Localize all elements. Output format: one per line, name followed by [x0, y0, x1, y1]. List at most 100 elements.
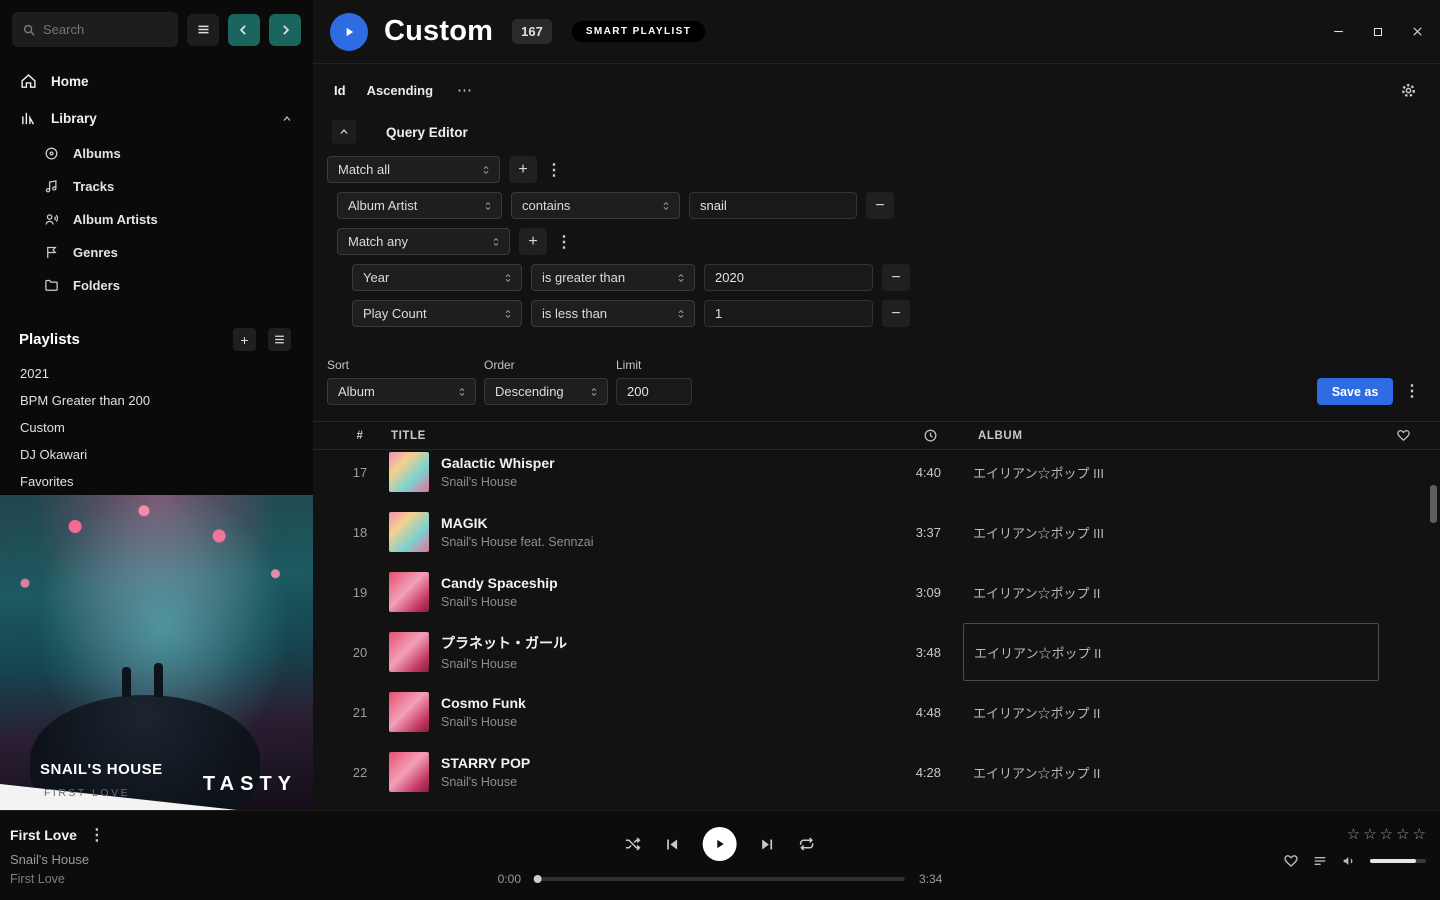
track-thumbnail [389, 752, 429, 792]
rule-operator-select[interactable]: contains [511, 192, 680, 219]
queue-icon[interactable] [1312, 853, 1328, 869]
root-match-select[interactable]: Match all [327, 156, 500, 183]
now-playing-artist[interactable]: Snail's House [10, 852, 103, 867]
limit-input[interactable] [616, 378, 692, 405]
track-duration: 3:48 [873, 645, 941, 660]
sidebar-item-albums[interactable]: Albums [0, 137, 313, 170]
track-row[interactable]: 22 STARRY POP Snail's House 4:28 エイリアン☆ポ… [313, 742, 1440, 802]
add-rule-button[interactable]: + [509, 156, 537, 183]
sort-select[interactable]: Album [327, 378, 476, 405]
sort-field-button[interactable]: Id [334, 83, 346, 98]
album-cell[interactable]: エイリアン☆ポップ III [973, 450, 1379, 501]
star-icon[interactable]: ☆ [1363, 825, 1376, 843]
playlist-item[interactable]: Favorites [0, 468, 313, 495]
rule-value-input[interactable] [704, 300, 873, 327]
remove-rule-button[interactable]: − [882, 264, 910, 291]
rule-menu-icon[interactable]: ⋮ [556, 232, 570, 252]
playlist-item[interactable]: 2021 [0, 360, 313, 387]
playlist-item[interactable]: Custom [0, 414, 313, 441]
sidebar-item-genres[interactable]: Genres [0, 236, 313, 269]
forward-button[interactable] [269, 14, 301, 46]
volume-slider[interactable] [1370, 859, 1426, 863]
rule-field-select[interactable]: Album Artist [337, 192, 502, 219]
select-caret-icon [503, 307, 513, 321]
order-group: Order Descending [484, 358, 608, 405]
sidebar-item-tracks[interactable]: Tracks [0, 170, 313, 203]
album-cell[interactable]: エイリアン☆ポップ II [973, 683, 1379, 741]
sidebar-item-folders[interactable]: Folders [0, 269, 313, 302]
collapse-query-editor-button[interactable] [332, 120, 356, 144]
menu-button[interactable] [187, 14, 219, 46]
previous-button[interactable] [664, 836, 681, 853]
track-row[interactable]: 19 Candy Spaceship Snail's House 3:09 エイ… [313, 562, 1440, 622]
playlist-options-button[interactable] [268, 328, 291, 351]
track-row[interactable]: 17 Galactic Whisper Snail's House 4:40 エ… [313, 450, 1440, 502]
next-button[interactable] [759, 836, 776, 853]
back-button[interactable] [228, 14, 260, 46]
order-select[interactable]: Descending [484, 378, 608, 405]
track-thumbnail [389, 632, 429, 672]
sidebar-item-home[interactable]: Home [0, 63, 313, 100]
track-row[interactable]: 20 プラネット・ガール Snail's House 3:48 エイリアン☆ポッ… [313, 622, 1440, 682]
track-album: エイリアン☆ポップ III [973, 523, 1104, 542]
remove-rule-button[interactable]: − [882, 300, 910, 327]
star-icon[interactable]: ☆ [1347, 825, 1360, 843]
vertical-scrollbar[interactable] [1430, 485, 1437, 523]
chevron-left-icon [237, 23, 251, 37]
star-icon[interactable]: ☆ [1380, 825, 1393, 843]
maximize-button[interactable] [1372, 26, 1384, 38]
column-title[interactable]: TITLE [391, 430, 426, 442]
shuffle-button[interactable] [624, 835, 642, 853]
album-cell[interactable]: エイリアン☆ポップ II [963, 623, 1379, 681]
seek-handle[interactable] [534, 875, 542, 883]
now-playing-album[interactable]: First Love [10, 872, 103, 886]
settings-gear-icon[interactable] [1400, 82, 1417, 99]
add-playlist-button[interactable]: + [233, 328, 256, 351]
more-options-icon[interactable]: ⋯ [457, 81, 473, 99]
save-menu-icon[interactable]: ⋮ [1404, 381, 1418, 401]
album-cell[interactable]: エイリアン☆ポップ III [973, 503, 1379, 561]
rule-operator-select[interactable]: is less than [531, 300, 695, 327]
track-row[interactable]: 21 Cosmo Funk Snail's House 4:48 エイリアン☆ポ… [313, 682, 1440, 742]
search-input[interactable] [43, 22, 168, 37]
playlist-item[interactable]: DJ Okawari [0, 441, 313, 468]
track-meta: Candy Spaceship Snail's House [441, 575, 801, 609]
now-playing-artwork[interactable]: SNAIL'S HOUSE FIRST LOVE TASTY [0, 495, 313, 810]
sidebar-item-album-artists[interactable]: Album Artists [0, 203, 313, 236]
star-icon[interactable]: ☆ [1396, 825, 1409, 843]
rule-field-select[interactable]: Year [352, 264, 522, 291]
rule-value-input[interactable] [689, 192, 857, 219]
rule-field-select[interactable]: Play Count [352, 300, 522, 327]
album-cell[interactable]: エイリアン☆ポップ II [973, 563, 1379, 621]
album-cell[interactable]: エイリアン☆ポップ II [973, 743, 1379, 801]
minus-icon: − [891, 305, 900, 323]
volume-icon[interactable] [1341, 853, 1357, 869]
remove-rule-button[interactable]: − [866, 192, 894, 219]
star-icon[interactable]: ☆ [1413, 825, 1426, 843]
save-as-button[interactable]: Save as [1317, 378, 1393, 405]
add-rule-button[interactable]: + [519, 228, 547, 255]
column-album[interactable]: ALBUM [978, 430, 1023, 442]
sort-direction-button[interactable]: Ascending [367, 83, 433, 98]
favorite-heart-icon[interactable] [1283, 853, 1299, 869]
sidebar-toolbar [0, 0, 313, 59]
favorite-column-icon[interactable] [1396, 428, 1411, 443]
track-row[interactable]: 18 MAGIK Snail's House feat. Sennzai 3:3… [313, 502, 1440, 562]
track-menu-icon[interactable]: ⋮ [89, 825, 103, 845]
now-playing-title[interactable]: First Love [10, 827, 77, 843]
minimize-button[interactable] [1332, 25, 1345, 38]
duration-clock-icon[interactable] [923, 428, 938, 443]
play-pause-button[interactable] [703, 827, 737, 861]
rule-value-input[interactable] [704, 264, 873, 291]
group-match-select[interactable]: Match any [337, 228, 510, 255]
repeat-button[interactable] [798, 835, 816, 853]
play-playlist-button[interactable] [330, 13, 368, 51]
rule-operator-select[interactable]: is greater than [531, 264, 695, 291]
rule-menu-icon[interactable]: ⋮ [546, 160, 560, 180]
select-value: Play Count [363, 306, 427, 321]
playlist-item[interactable]: BPM Greater than 200 [0, 387, 313, 414]
search-box[interactable] [12, 12, 178, 47]
seek-bar[interactable] [535, 877, 905, 881]
close-button[interactable] [1411, 25, 1424, 38]
sidebar-item-library[interactable]: Library [0, 100, 313, 137]
